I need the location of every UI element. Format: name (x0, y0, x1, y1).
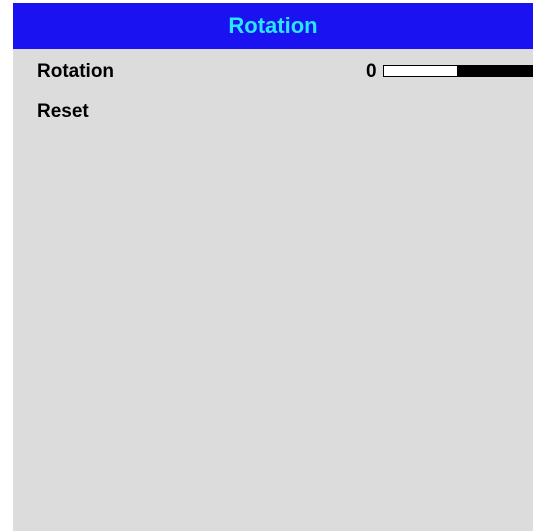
slider-empty-portion (384, 66, 458, 76)
menu-item-rotation[interactable]: Rotation 0 (13, 59, 533, 89)
menu-item-label: Reset (37, 101, 89, 122)
menu-item-reset[interactable]: Reset (13, 99, 533, 129)
menu-item-label: Rotation (37, 61, 115, 82)
menu-title: Rotation (228, 13, 318, 38)
title-bar: Rotation (13, 3, 533, 49)
rotation-slider[interactable] (383, 65, 533, 77)
rotation-value: 0 (366, 61, 377, 82)
osd-menu-panel: Rotation Rotation 0 Reset (13, 3, 533, 531)
